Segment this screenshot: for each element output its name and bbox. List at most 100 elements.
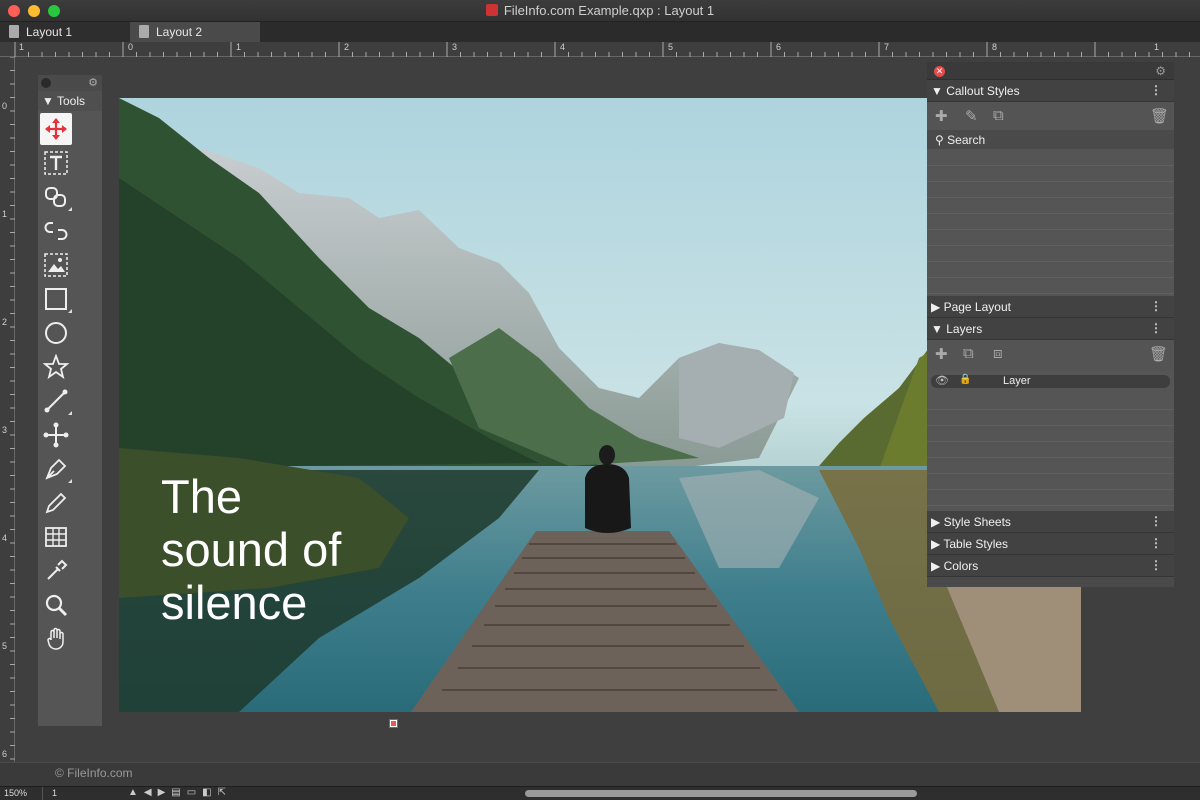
pan-tool-button[interactable] (40, 623, 72, 655)
page-icon (139, 25, 149, 38)
text-unlinking-tool-button[interactable] (40, 215, 72, 247)
table-grid-icon (45, 527, 67, 547)
callout-styles-header[interactable]: ▼ Callout Styles ⋮ (927, 80, 1174, 102)
line-icon (44, 389, 68, 413)
ruler-number: 0 (2, 101, 8, 111)
zoom-tool-button[interactable] (40, 589, 72, 621)
merge-layers-icon[interactable]: ⧈ (993, 345, 1003, 362)
zoom-field[interactable]: 150% (4, 788, 27, 798)
picture-content-tool-button[interactable] (40, 249, 72, 281)
bezier-pen-tool-button[interactable] (40, 453, 72, 485)
hand-icon (47, 627, 64, 650)
tab-layout-1[interactable]: Layout 1 (0, 22, 130, 42)
edit-pencil-icon[interactable]: ✎ (965, 107, 978, 125)
colors-header[interactable]: ▶ Colors ⋮ (927, 555, 1174, 577)
document-icon (485, 4, 498, 16)
rectangle-box-tool-button[interactable] (40, 283, 72, 315)
tools-title-label: Tools (57, 94, 86, 108)
headline-text-box[interactable]: The sound of silence (161, 470, 341, 629)
table-styles-header[interactable]: ▶ Table Styles ⋮ (927, 533, 1174, 555)
layout-tab-bar: Layout 1 Layout 2 (0, 22, 1200, 42)
layers-list[interactable] (927, 394, 1174, 511)
ruler-number: 5 (2, 641, 8, 651)
overflow-indicator-icon[interactable] (389, 719, 398, 728)
text-box-icon (44, 151, 68, 175)
text-content-tool-button[interactable] (40, 147, 72, 179)
ruler-number: 2 (2, 317, 8, 327)
layers-header[interactable]: ▼ Layers ⋮ (927, 318, 1174, 340)
trash-icon[interactable]: 🗑 (1150, 107, 1169, 125)
copyright-text: © FileInfo.com (55, 766, 133, 780)
tools-palette: ⚙ ▼ Tools (38, 75, 102, 726)
trash-icon[interactable]: 🗑 (1149, 345, 1168, 363)
section-title: Layers (946, 322, 983, 336)
submenu-indicator (68, 479, 72, 483)
palettes-panel: ✕ ⚙ ▼ Callout Styles ⋮ ✚ ✎ ⧉ 🗑 ⚲ Search ▶… (927, 62, 1174, 587)
line-tool-button[interactable] (40, 385, 72, 417)
horizontal-ruler[interactable]: 1 0 1 2 3 4 5 6 7 8 1 (0, 42, 1200, 57)
duplicate-icon[interactable]: ⧉ (993, 107, 1004, 124)
more-options-icon[interactable]: ⋮ (1150, 83, 1162, 97)
close-palette-button[interactable] (41, 78, 51, 88)
submenu-indicator (68, 309, 72, 313)
table-tool-button[interactable] (40, 521, 72, 553)
orthogonal-line-tool-button[interactable] (40, 419, 72, 451)
magnifier-icon (45, 594, 68, 617)
freehand-tool-button[interactable] (40, 487, 72, 519)
starburst-tool-button[interactable] (40, 351, 72, 383)
picture-icon (44, 253, 68, 277)
search-label: Search (947, 133, 986, 147)
lock-icon[interactable]: 🔒 (959, 374, 971, 385)
section-title: Page Layout (943, 300, 1011, 314)
page-layout-header[interactable]: ▶ Page Layout ⋮ (927, 296, 1174, 318)
tab-label: Layout 2 (156, 25, 203, 39)
section-title: Callout Styles (946, 84, 1020, 98)
text-linking-tool-button[interactable] (40, 181, 72, 213)
circle-icon (45, 322, 67, 344)
eyedropper-tool-button[interactable] (40, 555, 72, 587)
crosshair-nodes-icon (43, 422, 69, 448)
more-options-icon[interactable]: ⋮ (1150, 299, 1162, 313)
add-icon[interactable]: ✚ (935, 107, 948, 125)
ruler-number: 6 (2, 749, 8, 759)
more-options-icon[interactable]: ⋮ (1150, 321, 1162, 335)
item-tool-button[interactable] (40, 113, 72, 145)
callout-styles-list[interactable] (927, 150, 1174, 296)
oval-box-tool-button[interactable] (40, 317, 72, 349)
headline-line: The (161, 470, 242, 523)
link-chain-icon (45, 187, 66, 207)
more-options-icon[interactable]: ⋮ (1150, 536, 1162, 550)
pencil-icon (45, 492, 67, 514)
search-field[interactable]: ⚲ Search (927, 130, 1174, 150)
more-options-icon[interactable]: ⋮ (1150, 514, 1162, 528)
more-options-icon[interactable]: ⋮ (1150, 558, 1162, 572)
unlink-chain-icon (44, 222, 68, 240)
layer-row[interactable]: 👁 🔒 Layer (927, 372, 1174, 394)
palette-group-header: ✕ ⚙ (927, 62, 1174, 80)
gear-icon[interactable]: ⚙ (88, 76, 98, 89)
move-items-icon[interactable]: ⧉ (963, 345, 974, 362)
horizontal-scrollbar[interactable] (525, 790, 917, 797)
tab-layout-2[interactable]: Layout 2 (130, 22, 260, 42)
style-sheets-header[interactable]: ▶ Style Sheets ⋮ (927, 511, 1174, 533)
ruler-number: 2 (344, 42, 350, 52)
vertical-ruler[interactable]: 0 1 2 3 4 5 6 (0, 56, 15, 762)
headline-line: silence (161, 576, 308, 629)
close-palette-button[interactable]: ✕ (934, 66, 945, 77)
tools-title[interactable]: ▼ Tools (38, 91, 102, 111)
palette-header: ⚙ (38, 75, 102, 91)
page-navigation-controls[interactable]: ▲◀▶▤▭◧⇱ (128, 787, 232, 798)
eyedropper-icon (47, 559, 68, 580)
ruler-number: 7 (884, 42, 890, 52)
gear-icon[interactable]: ⚙ (1155, 64, 1166, 78)
page-number-field[interactable]: 1 (52, 788, 57, 798)
ruler-number: 5 (668, 42, 674, 52)
submenu-indicator (68, 207, 72, 211)
ruler-number: 4 (560, 42, 566, 52)
window-titlebar: FileInfo.com Example.qxp : Layout 1 (0, 0, 1200, 22)
star-icon (43, 354, 69, 380)
ruler-number: 8 (992, 42, 998, 52)
add-layer-icon[interactable]: ✚ (935, 345, 948, 363)
search-icon: ⚲ (935, 133, 944, 147)
visibility-eye-icon[interactable]: 👁 (935, 374, 949, 387)
